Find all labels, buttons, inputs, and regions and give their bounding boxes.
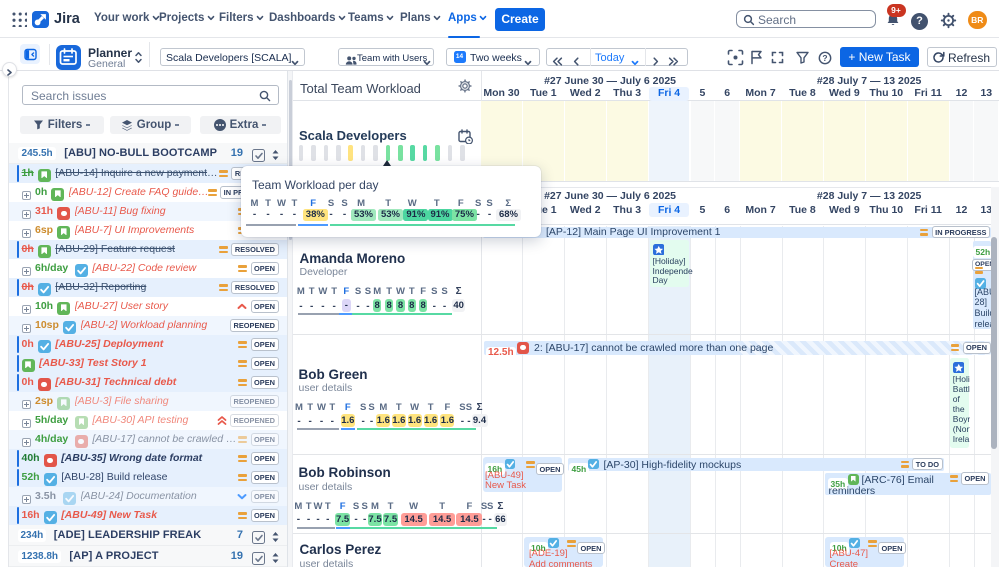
svg-text:?: ? [822,53,827,63]
